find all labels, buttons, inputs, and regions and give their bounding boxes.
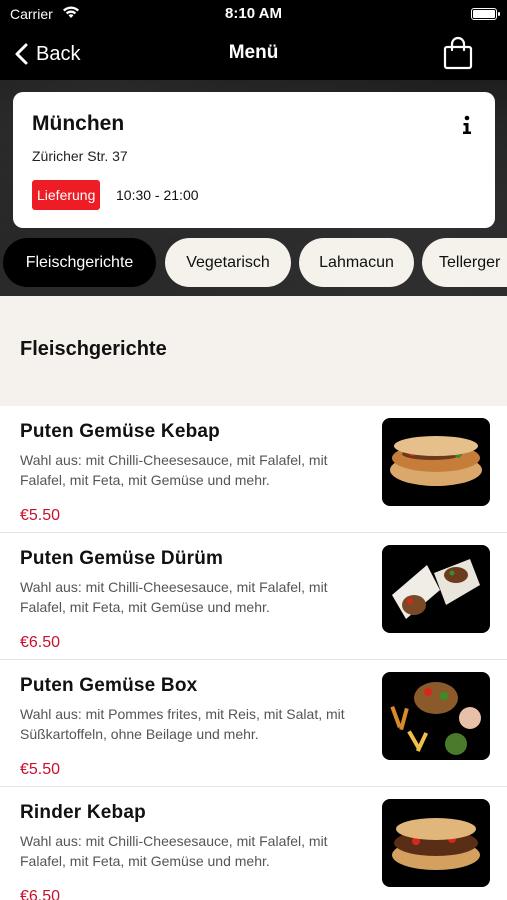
status-time: 8:10 AM xyxy=(225,5,282,22)
tab-lahmacun[interactable]: Lahmacun xyxy=(299,238,414,287)
menu-item[interactable]: Rinder Kebap Wahl aus: mit Chilli-Cheese… xyxy=(0,787,507,900)
chevron-left-icon xyxy=(15,43,28,65)
battery-icon xyxy=(471,8,500,20)
item-name: Puten Gemüse Dürüm xyxy=(20,548,224,569)
item-price: €5.50 xyxy=(20,507,61,524)
durum-wrap-image xyxy=(382,545,490,633)
status-bar: Carrier 8:10 AM xyxy=(0,0,507,28)
menu-item[interactable]: Puten Gemüse Box Wahl aus: mit Pommes fr… xyxy=(0,660,507,787)
item-description: Wahl aus: mit Chilli-Cheesesauce, mit Fa… xyxy=(20,579,328,615)
opening-hours: 10:30 - 21:00 xyxy=(116,187,199,203)
shopping-bag-icon[interactable] xyxy=(443,36,473,70)
section-header: Fleischgerichte xyxy=(0,296,507,406)
menu-item[interactable]: Puten Gemüse Kebap Wahl aus: mit Chilli-… xyxy=(0,406,507,533)
item-price: €6.50 xyxy=(20,888,61,900)
tab-vegetarisch[interactable]: Vegetarisch xyxy=(165,238,291,287)
info-icon[interactable] xyxy=(461,115,473,135)
section-title: Fleischgerichte xyxy=(20,338,167,360)
category-tabs: Fleischgerichte Vegetarisch Lahmacun Tel… xyxy=(0,238,507,288)
item-price: €6.50 xyxy=(20,634,61,651)
store-info-card: München Züricher Str. 37 Lieferung 10:30… xyxy=(13,92,495,228)
store-name: München xyxy=(32,112,125,135)
store-address: Züricher Str. 37 xyxy=(32,148,128,164)
item-name: Rinder Kebap xyxy=(20,802,146,823)
back-button[interactable]: Back xyxy=(14,38,80,70)
item-description: Wahl aus: mit Pommes frites, mit Reis, m… xyxy=(20,706,345,742)
kebap-sandwich-image xyxy=(382,418,490,506)
tab-tellergerichte[interactable]: Tellerger xyxy=(422,238,507,287)
item-description: Wahl aus: mit Chilli-Cheesesauce, mit Fa… xyxy=(20,452,328,488)
kebap-box-image xyxy=(382,672,490,760)
back-label: Back xyxy=(36,42,81,65)
tab-fleischgerichte[interactable]: Fleischgerichte xyxy=(3,238,156,287)
item-name: Puten Gemüse Kebap xyxy=(20,421,220,442)
item-name: Puten Gemüse Box xyxy=(20,675,198,696)
delivery-badge: Lieferung xyxy=(32,180,101,210)
menu-item[interactable]: Puten Gemüse Dürüm Wahl aus: mit Chilli-… xyxy=(0,533,507,660)
menu-list: Puten Gemüse Kebap Wahl aus: mit Chilli-… xyxy=(0,406,507,900)
kebap-sandwich-image xyxy=(382,799,490,887)
navigation-bar: Back Menü xyxy=(0,28,507,80)
item-price: €5.50 xyxy=(20,761,61,778)
item-description: Wahl aus: mit Chilli-Cheesesauce, mit Fa… xyxy=(20,833,328,869)
